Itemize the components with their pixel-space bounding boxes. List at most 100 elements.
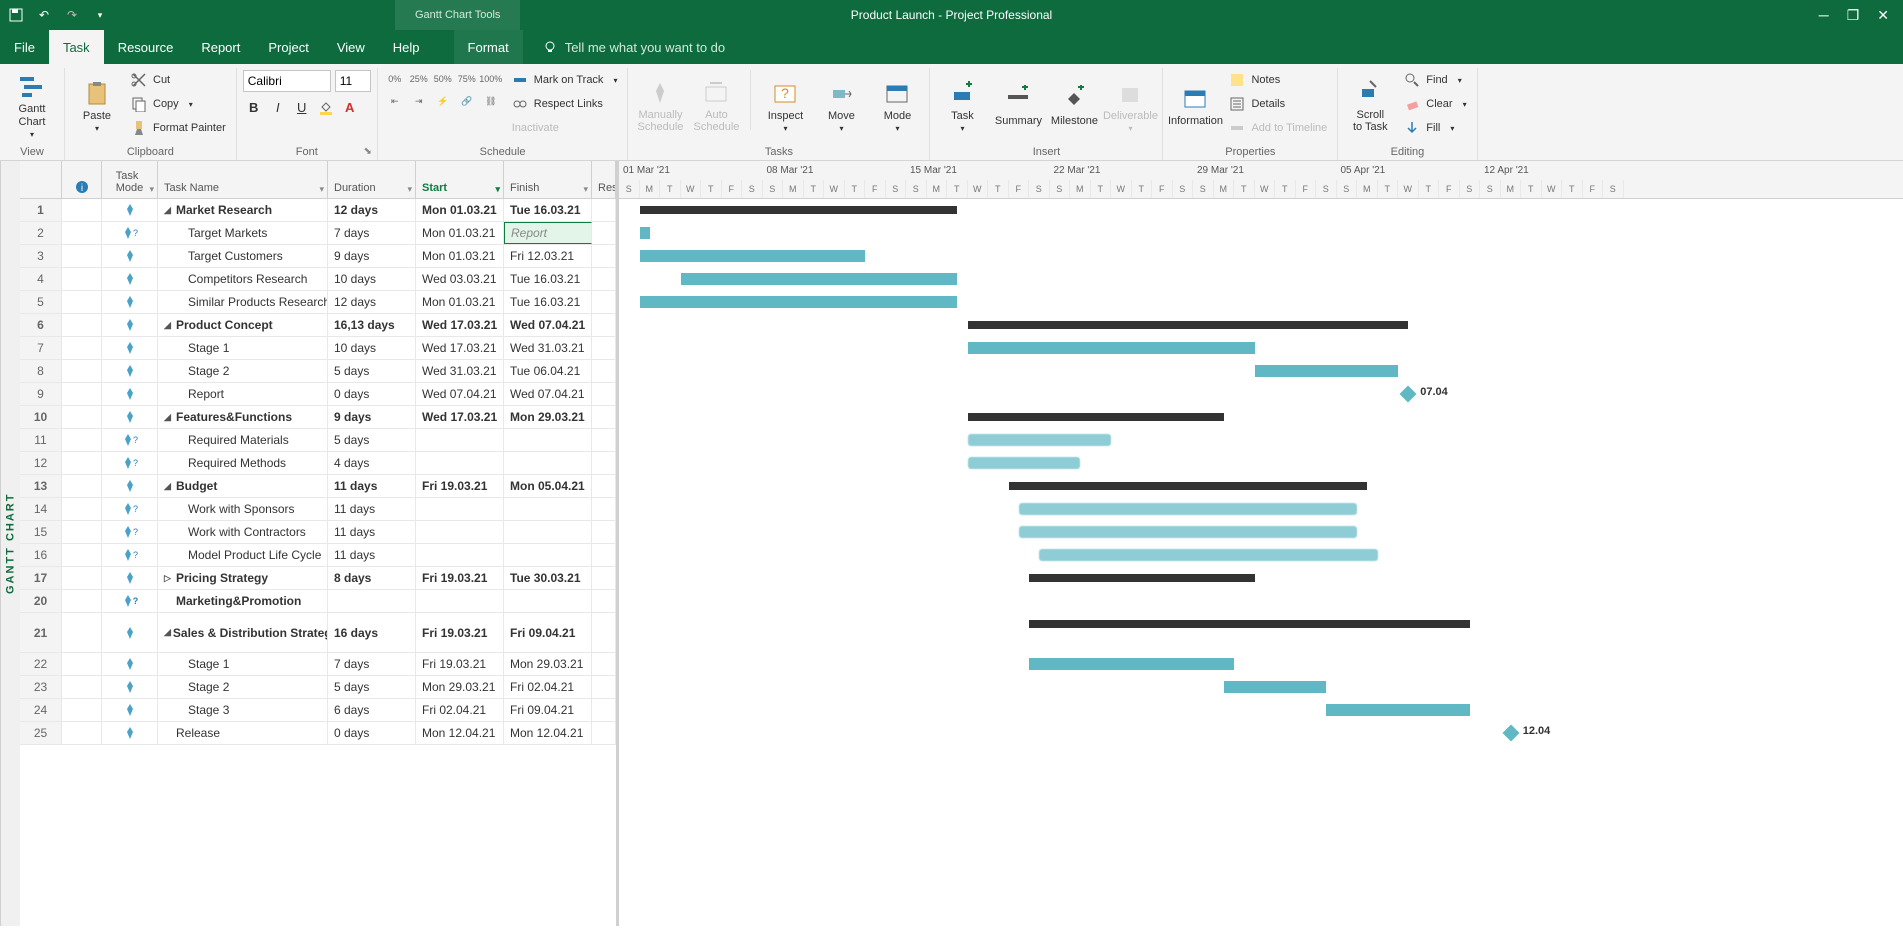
cell-mode[interactable]	[102, 245, 158, 267]
cell-mode[interactable]	[102, 406, 158, 428]
cell-mode[interactable]: ?	[102, 544, 158, 566]
row-number[interactable]: 22	[20, 653, 62, 675]
cell-finish[interactable]: Report	[504, 222, 592, 244]
task-bar[interactable]	[1255, 365, 1399, 377]
cell-finish[interactable]: Tue 16.03.21	[504, 268, 592, 290]
row-number[interactable]: 9	[20, 383, 62, 405]
task-bar[interactable]	[640, 250, 866, 262]
auto-schedule-button[interactable]: Auto Schedule	[690, 70, 742, 142]
cell-start[interactable]: Fri 19.03.21	[416, 567, 504, 589]
cell-start[interactable]: Wed 17.03.21	[416, 337, 504, 359]
cell-resources[interactable]	[592, 475, 616, 497]
paste-button[interactable]: Paste ▾	[71, 70, 123, 142]
fill-button[interactable]: Fill▾	[1400, 118, 1470, 138]
cell-duration[interactable]: 5 days	[328, 676, 416, 698]
task-row[interactable]: 16?Model Product Life Cycle11 days	[20, 544, 616, 567]
cell-indicators[interactable]	[62, 722, 102, 744]
cell-indicators[interactable]	[62, 699, 102, 721]
cell-task-name[interactable]: ◢Budget	[158, 475, 328, 497]
task-row[interactable]: 17▷Pricing Strategy8 daysFri 19.03.21Tue…	[20, 567, 616, 590]
task-row[interactable]: 23Stage 25 daysMon 29.03.21Fri 02.04.21	[20, 676, 616, 699]
cell-duration[interactable]: 11 days	[328, 498, 416, 520]
cell-start[interactable]	[416, 590, 504, 612]
link-button[interactable]: 🔗	[456, 92, 478, 110]
row-number[interactable]: 15	[20, 521, 62, 543]
cell-resources[interactable]	[592, 199, 616, 221]
row-number[interactable]: 6	[20, 314, 62, 336]
cell-indicators[interactable]	[62, 199, 102, 221]
cell-indicators[interactable]	[62, 314, 102, 336]
clear-button[interactable]: Clear▾	[1400, 94, 1470, 114]
row-number[interactable]: 16	[20, 544, 62, 566]
cell-duration[interactable]: 11 days	[328, 544, 416, 566]
cell-resources[interactable]	[592, 653, 616, 675]
cell-finish[interactable]	[504, 452, 592, 474]
milestone-marker[interactable]	[1502, 725, 1519, 742]
inactivate-button[interactable]: Inactivate	[508, 118, 622, 138]
task-row[interactable]: 1◢Market Research12 daysMon 01.03.21Tue …	[20, 199, 616, 222]
respect-links-button[interactable]: Respect Links	[508, 94, 622, 114]
cell-finish[interactable]	[504, 590, 592, 612]
cell-start[interactable]	[416, 544, 504, 566]
cell-duration[interactable]: 7 days	[328, 653, 416, 675]
row-number[interactable]: 2	[20, 222, 62, 244]
cell-start[interactable]: Mon 01.03.21	[416, 199, 504, 221]
minimize-button[interactable]: ─	[1819, 7, 1829, 24]
cell-start[interactable]	[416, 429, 504, 451]
cell-resources[interactable]	[592, 498, 616, 520]
cell-task-name[interactable]: Required Methods	[158, 452, 328, 474]
cell-indicators[interactable]	[62, 567, 102, 589]
qat-dropdown-icon[interactable]: ▾	[92, 7, 108, 23]
cell-start[interactable]: Mon 01.03.21	[416, 291, 504, 313]
cell-task-name[interactable]: Stage 1	[158, 653, 328, 675]
font-name-combo[interactable]	[243, 70, 331, 92]
cell-mode[interactable]: ?	[102, 521, 158, 543]
cell-indicators[interactable]	[62, 498, 102, 520]
cell-duration[interactable]: 16 days	[328, 613, 416, 652]
menu-format[interactable]: Format	[454, 30, 523, 64]
unlink-button[interactable]: ⛓	[480, 92, 502, 110]
cell-duration[interactable]: 16,13 days	[328, 314, 416, 336]
cell-start[interactable]: Fri 19.03.21	[416, 613, 504, 652]
cell-task-name[interactable]: Work with Sponsors	[158, 498, 328, 520]
cell-mode[interactable]	[102, 676, 158, 698]
maximize-button[interactable]: ❐	[1847, 7, 1860, 24]
cell-indicators[interactable]	[62, 429, 102, 451]
cell-duration[interactable]: 9 days	[328, 406, 416, 428]
row-number[interactable]: 14	[20, 498, 62, 520]
task-row[interactable]: 7Stage 110 daysWed 17.03.21Wed 31.03.21	[20, 337, 616, 360]
summary-bar[interactable]	[968, 413, 1224, 421]
summary-bar[interactable]	[1029, 574, 1255, 582]
task-row[interactable]: 5Similar Products Research12 daysMon 01.…	[20, 291, 616, 314]
cell-indicators[interactable]	[62, 245, 102, 267]
col-header-name[interactable]: Task Name▾	[158, 161, 328, 199]
cell-duration[interactable]: 11 days	[328, 475, 416, 497]
inspect-button[interactable]: ?Inspect▾	[759, 70, 811, 142]
cell-task-name[interactable]: Stage 2	[158, 676, 328, 698]
row-number[interactable]: 8	[20, 360, 62, 382]
task-row[interactable]: 9Report0 daysWed 07.04.21Wed 07.04.21	[20, 383, 616, 406]
pct-75-button[interactable]: 75%	[456, 70, 478, 88]
row-number[interactable]: 23	[20, 676, 62, 698]
cell-mode[interactable]	[102, 653, 158, 675]
cell-resources[interactable]	[592, 291, 616, 313]
mark-on-track-button[interactable]: Mark on Track▾	[508, 70, 622, 90]
task-row[interactable]: 11?Required Materials5 days	[20, 429, 616, 452]
cell-mode[interactable]	[102, 360, 158, 382]
cell-indicators[interactable]	[62, 383, 102, 405]
cell-task-name[interactable]: ◢Sales & Distribution Strategy	[158, 613, 328, 652]
row-number[interactable]: 10	[20, 406, 62, 428]
cell-resources[interactable]	[592, 722, 616, 744]
pct-50-button[interactable]: 50%	[432, 70, 454, 88]
task-row[interactable]: 22Stage 17 daysFri 19.03.21Mon 29.03.21	[20, 653, 616, 676]
chart-body[interactable]: 07.0412.04	[619, 199, 1903, 745]
cell-task-name[interactable]: Stage 3	[158, 699, 328, 721]
row-number[interactable]: 21	[20, 613, 62, 652]
gantt-chart-button[interactable]: Gantt Chart ▾	[6, 70, 58, 142]
cell-start[interactable]: Wed 03.03.21	[416, 268, 504, 290]
cell-indicators[interactable]	[62, 613, 102, 652]
cell-task-name[interactable]: Report	[158, 383, 328, 405]
cell-resources[interactable]	[592, 676, 616, 698]
task-bar[interactable]	[968, 457, 1081, 469]
cell-finish[interactable]	[504, 544, 592, 566]
